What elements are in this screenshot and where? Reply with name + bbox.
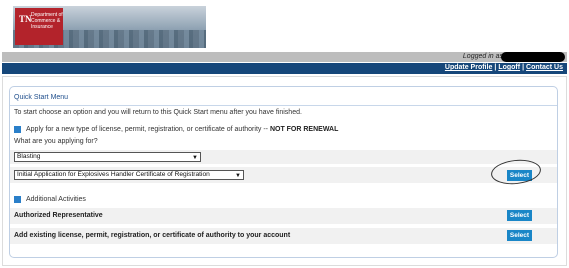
top-links: Update Profile | Logoff | Contact Us (445, 64, 563, 71)
dropdown-arrow-icon: ▼ (192, 155, 198, 161)
apply-label-emphasis: NOT FOR RENEWAL (269, 126, 339, 133)
section-square-icon (14, 126, 21, 133)
application-row: Initial Application for Explosives Handl… (10, 167, 557, 183)
logoff-link[interactable]: Logoff (498, 64, 520, 71)
logo-mark: TN (19, 14, 32, 24)
add-existing-select-button[interactable]: Select (507, 230, 532, 241)
apply-section-label: Apply for a new type of license, permit,… (26, 126, 338, 133)
additional-activities-label: Additional Activities (26, 196, 86, 203)
activity-label: Add existing license, permit, registrati… (14, 232, 291, 239)
quick-start-panel: Quick Start Menu To start choose an opti… (9, 86, 558, 258)
logged-in-label: Logged in as (462, 53, 503, 60)
top-nav-bar: Update Profile | Logoff | Contact Us (2, 63, 567, 74)
activity-label: Authorized Representative (14, 212, 103, 219)
activity-row: Add existing license, permit, registrati… (10, 228, 557, 244)
contact-us-link[interactable]: Contact Us (526, 64, 563, 71)
dropdown-arrow-icon: ▼ (235, 173, 241, 179)
authorized-rep-select-button[interactable]: Select (507, 210, 532, 221)
category-row: Blasting ▼ (10, 150, 557, 164)
apply-label-text: Apply for a new type of license, permit,… (26, 126, 270, 133)
application-select-value: Initial Application for Explosives Handl… (17, 171, 210, 178)
agency-logo[interactable]: TN Department of Commerce & Insurance (15, 8, 63, 45)
apply-question: What are you applying for? (14, 138, 98, 145)
category-select-value: Blasting (17, 153, 41, 160)
application-select[interactable]: Initial Application for Explosives Handl… (14, 170, 244, 180)
redacted-username (501, 52, 565, 62)
panel-intro: To start choose an option and you will r… (14, 109, 302, 116)
header-band: TN Department of Commerce & Insurance (0, 0, 569, 52)
panel-divider (10, 105, 557, 106)
category-select[interactable]: Blasting ▼ (14, 152, 201, 162)
session-bar: Logged in as (2, 52, 567, 62)
activity-row: Authorized Representative Select (10, 208, 557, 224)
update-profile-link[interactable]: Update Profile (445, 64, 492, 71)
logo-text: Department of Commerce & Insurance (31, 12, 63, 30)
panel-title: Quick Start Menu (14, 94, 69, 101)
section-square-icon (14, 196, 21, 203)
agency-banner: TN Department of Commerce & Insurance (13, 6, 206, 48)
